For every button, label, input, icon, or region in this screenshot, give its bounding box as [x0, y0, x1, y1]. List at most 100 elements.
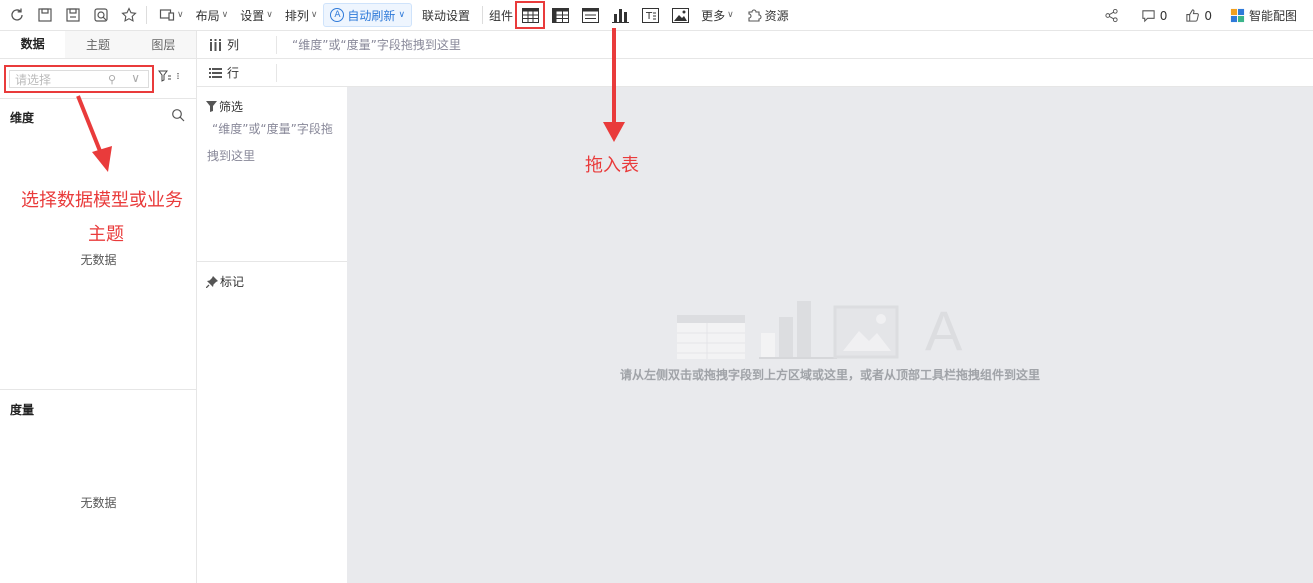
canvas-hint-message: 请从左侧双击或拖拽字段到上方区域或这里，或者从顶部工具栏拖拽组件到这里: [620, 368, 1041, 382]
search-icon[interactable]: [171, 108, 185, 122]
image-icon: [671, 7, 689, 23]
linkage-settings-button[interactable]: 联动设置: [416, 3, 476, 27]
detail-table-component-button[interactable]: [577, 3, 603, 27]
share-button[interactable]: [1104, 8, 1123, 23]
toolbar-right-group: 0 0 智能配图: [1104, 0, 1313, 31]
image-component-button[interactable]: [667, 3, 693, 27]
data-panel: 数据 主题 图层 请选择 ⚲ ∨ 维度 无数据 度量 无数据: [0, 31, 197, 583]
toolbar-divider: [146, 6, 147, 24]
column-shelf-label: 列: [197, 35, 277, 54]
dimension-title: 维度: [10, 111, 35, 125]
arrange-menu[interactable]: 排列 ∨: [279, 3, 324, 27]
tab-layers[interactable]: 图层: [131, 31, 196, 58]
table-component-button[interactable]: [515, 1, 546, 29]
smart-color-label: 智能配图: [1248, 9, 1297, 23]
rows-icon: [209, 67, 222, 78]
components-label: 组件: [489, 8, 514, 23]
chevron-down-icon: ∨: [398, 10, 406, 20]
section-divider: [0, 98, 197, 99]
arrange-menu-label: 排列: [284, 8, 309, 23]
chevron-down-icon: ∨: [310, 10, 318, 20]
canvas-drop-area[interactable]: A 请从左侧双击或拖拽字段到上方区域或这里，或者从顶部工具栏拖拽组件到这里: [347, 87, 1313, 583]
preview-icon[interactable]: [90, 4, 112, 26]
device-icon: [159, 9, 175, 21]
annotation-drag-table: 拖入表: [585, 155, 639, 176]
chevron-down-icon: ∨: [221, 10, 229, 20]
marks-title: 标记: [206, 273, 244, 290]
measure-title: 度量: [10, 403, 35, 417]
measure-empty: 无数据: [80, 496, 117, 510]
resources-label: 资源: [764, 8, 789, 23]
component-placeholder-group: A: [677, 299, 962, 359]
column-shelf-hint: “维度”或“度量”字段拖拽到这里: [292, 38, 461, 52]
auto-refresh-button[interactable]: A 自动刷新 ∨: [323, 3, 413, 27]
toolbar-divider: [482, 6, 484, 24]
comment-count: 0: [1159, 8, 1168, 23]
search-icon: ⚲: [107, 73, 116, 86]
filter-sort-icon[interactable]: [158, 69, 172, 83]
device-menu[interactable]: ∨: [153, 3, 190, 27]
resources-button[interactable]: 资源: [740, 3, 795, 27]
settings-menu[interactable]: 设置 ∨: [234, 3, 279, 27]
section-divider: [0, 389, 197, 390]
cross-table-component-button[interactable]: [547, 3, 573, 27]
settings-menu-label: 设置: [240, 8, 265, 23]
bar-chart-icon: [611, 8, 629, 23]
comment-button[interactable]: 0: [1141, 8, 1168, 23]
annotation-select-model-line1: 选择数据模型或业务: [21, 190, 183, 211]
model-select-placeholder: 请选择: [15, 72, 52, 87]
bar-chart-component-button[interactable]: [607, 3, 633, 27]
chevron-down-icon: ∨: [266, 10, 273, 20]
favorite-star-icon[interactable]: [118, 4, 140, 26]
tab-data[interactable]: 数据: [0, 31, 66, 58]
dimension-empty: 无数据: [80, 253, 117, 267]
refresh-icon[interactable]: [6, 4, 28, 26]
detail-table-icon: [581, 7, 599, 23]
auto-refresh-label: 自动刷新: [347, 8, 396, 23]
puzzle-icon: [748, 9, 762, 22]
panel-tabs: 数据 主题 图层: [0, 31, 196, 59]
more-vertical-icon[interactable]: [174, 69, 182, 83]
smart-color-button[interactable]: 智能配图: [1230, 7, 1297, 24]
like-button[interactable]: 0: [1185, 8, 1212, 23]
linkage-settings-label: 联动设置: [422, 8, 471, 23]
cross-table-icon: [551, 7, 569, 23]
more-menu-label: 更多: [701, 8, 726, 23]
layout-menu[interactable]: 布局 ∨: [190, 3, 235, 27]
filter-title: 筛选: [206, 98, 243, 115]
chevron-down-icon: ∨: [177, 10, 184, 20]
more-menu[interactable]: 更多 ∨: [695, 3, 740, 27]
columns-icon: [210, 38, 221, 51]
model-select-row: 请选择 ⚲ ∨: [0, 60, 197, 98]
model-select-highlight: 请选择 ⚲ ∨: [4, 65, 154, 93]
filter-icon: [206, 101, 217, 112]
text-component-button[interactable]: T: [637, 3, 663, 27]
save-icon[interactable]: [34, 4, 56, 26]
bar-chart-placeholder-icon: [759, 301, 837, 359]
comment-icon: [1142, 10, 1155, 23]
image-placeholder-icon: [833, 305, 899, 359]
filter-marks-panel: 筛选 “维度”或“度量”字段拖拽到这里 标记: [197, 87, 347, 583]
table-placeholder-icon: [677, 315, 745, 359]
model-select[interactable]: 请选择 ⚲ ∨: [9, 70, 149, 88]
text-placeholder-letter: A: [925, 299, 963, 362]
chevron-down-icon: ∨: [131, 71, 140, 85]
tab-theme[interactable]: 主题: [65, 31, 130, 58]
layout-menu-label: 布局: [195, 8, 220, 23]
svg-text:T: T: [645, 11, 653, 22]
filter-drop-hint[interactable]: “维度”或“度量”字段拖拽到这里: [207, 116, 337, 170]
chevron-down-icon: ∨: [727, 10, 734, 20]
top-toolbar: ∨ 布局 ∨ 设置 ∨ 排列 ∨ A 自动刷新 ∨ 联动设置 组件 T 更多 ∨ 资源: [0, 0, 1313, 31]
column-shelf[interactable]: 列 “维度”或“度量”字段拖拽到这里: [197, 31, 1313, 59]
row-shelf-label: 行: [197, 63, 277, 82]
auto-refresh-icon: A: [330, 8, 345, 22]
text-box-icon: T: [641, 7, 659, 23]
select-tools: [158, 69, 182, 83]
annotation-select-model-line2: 主题: [88, 224, 124, 245]
share-icon: [1105, 8, 1118, 23]
save-as-icon[interactable]: [62, 4, 84, 26]
color-palette-icon: [1230, 8, 1245, 23]
pin-icon: [206, 275, 218, 288]
table-icon: [521, 7, 539, 23]
row-shelf[interactable]: 行: [197, 59, 1313, 87]
